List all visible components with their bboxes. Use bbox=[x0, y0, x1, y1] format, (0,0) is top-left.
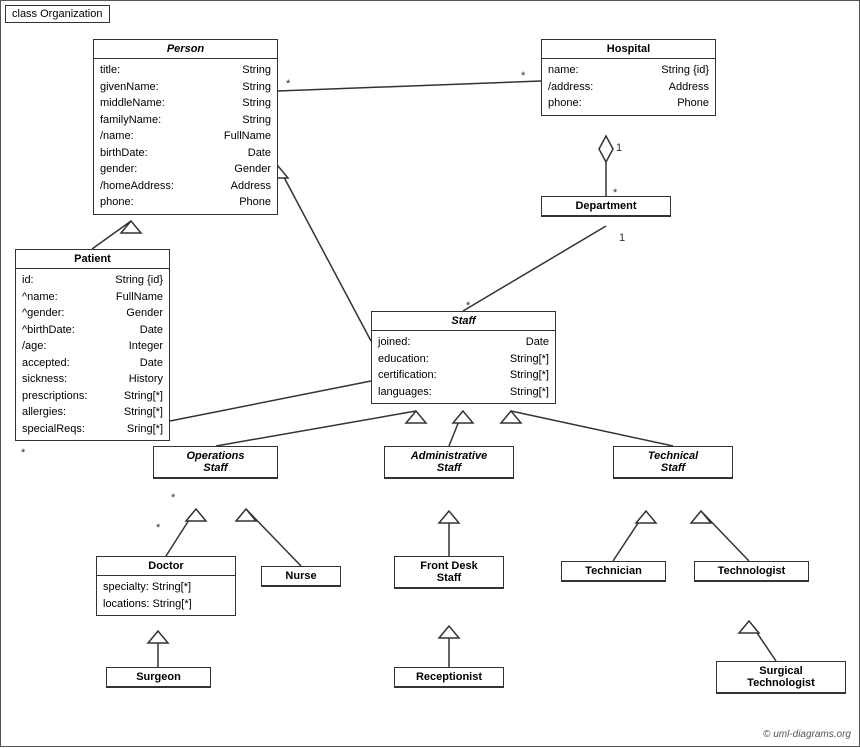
technologist-class: Technologist bbox=[694, 561, 809, 582]
doctor-body: specialty: String[*] locations: String[*… bbox=[97, 576, 235, 615]
front-desk-staff-header: Front DeskStaff bbox=[395, 557, 503, 588]
diagram-title: class Organization bbox=[5, 5, 110, 23]
staff-class: Staff joined:Date education:String[*] ce… bbox=[371, 311, 556, 404]
svg-text:*: * bbox=[286, 78, 291, 90]
surgeon-header: Surgeon bbox=[107, 668, 210, 687]
technician-class: Technician bbox=[561, 561, 666, 582]
receptionist-header: Receptionist bbox=[395, 668, 503, 687]
nurse-class: Nurse bbox=[261, 566, 341, 587]
svg-text:*: * bbox=[21, 447, 26, 459]
svg-text:*: * bbox=[521, 70, 526, 82]
hospital-body: name:String {id} /address:Address phone:… bbox=[542, 59, 715, 115]
svg-text:1: 1 bbox=[616, 142, 622, 154]
patient-header: Patient bbox=[16, 250, 169, 269]
hospital-class: Hospital name:String {id} /address:Addre… bbox=[541, 39, 716, 116]
operations-staff-header: OperationsStaff bbox=[154, 447, 277, 478]
copyright-text: © uml-diagrams.org bbox=[763, 729, 851, 740]
surgical-technologist-class: SurgicalTechnologist bbox=[716, 661, 846, 694]
svg-text:*: * bbox=[156, 522, 161, 534]
technical-staff-class: TechnicalStaff bbox=[613, 446, 733, 479]
svg-text:*: * bbox=[171, 492, 176, 504]
person-class: Person title:String givenName:String mid… bbox=[93, 39, 278, 215]
patient-body: id:String {id} ^name:FullName ^gender:Ge… bbox=[16, 269, 169, 440]
surgical-technologist-header: SurgicalTechnologist bbox=[717, 662, 845, 693]
administrative-staff-class: AdministrativeStaff bbox=[384, 446, 514, 479]
doctor-class: Doctor specialty: String[*] locations: S… bbox=[96, 556, 236, 616]
technician-header: Technician bbox=[562, 562, 665, 581]
patient-class: Patient id:String {id} ^name:FullName ^g… bbox=[15, 249, 170, 441]
department-class: Department bbox=[541, 196, 671, 217]
svg-text:1: 1 bbox=[619, 232, 625, 244]
surgeon-class: Surgeon bbox=[106, 667, 211, 688]
staff-body: joined:Date education:String[*] certific… bbox=[372, 331, 555, 403]
front-desk-staff-class: Front DeskStaff bbox=[394, 556, 504, 589]
doctor-header: Doctor bbox=[97, 557, 235, 576]
receptionist-class: Receptionist bbox=[394, 667, 504, 688]
technologist-header: Technologist bbox=[695, 562, 808, 581]
hospital-header: Hospital bbox=[542, 40, 715, 59]
person-body: title:String givenName:String middleName… bbox=[94, 59, 277, 214]
administrative-staff-header: AdministrativeStaff bbox=[385, 447, 513, 478]
operations-staff-class: OperationsStaff bbox=[153, 446, 278, 479]
department-header: Department bbox=[542, 197, 670, 216]
technical-staff-header: TechnicalStaff bbox=[614, 447, 732, 478]
person-header: Person bbox=[94, 40, 277, 59]
staff-header: Staff bbox=[372, 312, 555, 331]
nurse-header: Nurse bbox=[262, 567, 340, 586]
uml-diagram: class Organization * * 1 * 1 * * * bbox=[0, 0, 860, 747]
